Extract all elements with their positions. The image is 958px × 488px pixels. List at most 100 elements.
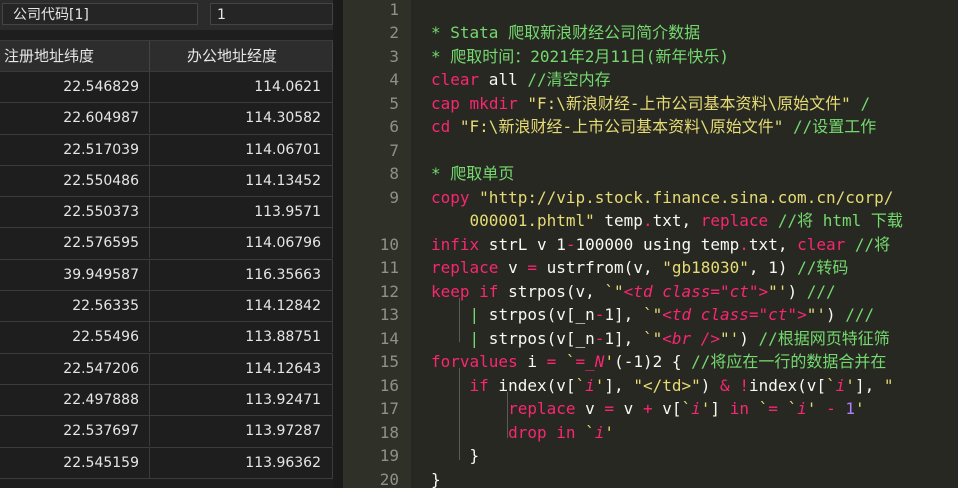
- cell-office-lon[interactable]: 116.35663: [151, 260, 321, 290]
- cell-office-lon[interactable]: 114.12643: [151, 354, 321, 384]
- code-token: i: [594, 422, 605, 442]
- line-number: 9: [389, 187, 399, 207]
- cell-reg-lat[interactable]: 22.547206: [0, 353, 150, 384]
- code-line[interactable]: replace v = v + v[`i'] in `= `i' - 1': [431, 397, 865, 421]
- code-line[interactable]: cd "F:\新浪财经-上市公司基本资料\原始文件" //设置工作: [431, 115, 876, 139]
- code-line[interactable]: keep if strpos(v, `"<td class="ct">"') /…: [431, 280, 836, 304]
- code-token: "F:\新浪财经-上市公司基本资料\原始文件": [527, 93, 851, 113]
- variable-name-box[interactable]: 公司代码[1]: [2, 3, 198, 25]
- table-row[interactable]: 22.56335 114.12842: [0, 291, 333, 323]
- code-line[interactable]: copy "http://vip.stock.finance.sina.com.…: [431, 186, 893, 210]
- code-token: //将 html 下载: [777, 211, 903, 230]
- cell-reg-lat[interactable]: 22.537697: [0, 416, 150, 447]
- code-token: i: [517, 352, 547, 371]
- code-token: infix: [431, 234, 480, 254]
- line-number: 15: [379, 352, 399, 371]
- cell-reg-lat[interactable]: 22.55496: [0, 322, 150, 353]
- line-number-gutter: 1 2 3 4 5 6 7 8 9 10 11 12 13 14 15 16 17 18 19 20: [343, 0, 411, 488]
- code-token: ///: [806, 281, 836, 301]
- cell-office-lon[interactable]: 114.06796: [151, 228, 321, 258]
- table-row[interactable]: 22.604987 114.30582: [0, 103, 333, 135]
- code-token: 1: [845, 399, 855, 418]
- code-token: ],: [604, 375, 634, 395]
- code-token: v: [614, 399, 643, 418]
- cell-office-lon[interactable]: 114.13452: [151, 166, 321, 196]
- code-line[interactable]: clear all //清空内存: [431, 68, 611, 92]
- do-file-editor[interactable]: 1 2 3 4 5 6 7 8 9 10 11 12 13 14 15 16 17 18 19 20 * Stata …: [343, 0, 958, 488]
- cell-reg-lat[interactable]: 22.545159: [0, 447, 150, 478]
- table-row[interactable]: 22.545159 113.96362: [0, 447, 333, 479]
- code-line[interactable]: }: [431, 468, 441, 488]
- code-token: replace: [700, 211, 769, 230]
- table-row[interactable]: 22.546829 114.0621: [0, 72, 333, 104]
- cell-office-lon[interactable]: 114.12842: [151, 291, 321, 321]
- code-line[interactable]: * Stata 爬取新浪财经公司简介数据: [431, 21, 700, 45]
- table-row[interactable]: 22.547206 114.12643: [0, 353, 333, 385]
- cell-reg-lat[interactable]: 22.550486: [0, 165, 150, 196]
- code-line[interactable]: forvalues i = `=_N'(-1)2 { //将应在一行的数据合并在: [431, 350, 886, 374]
- code-line[interactable]: replace v = ustrfrom(v, "gb18030", 1) //…: [431, 256, 848, 280]
- code-token: <br />: [662, 328, 720, 348]
- cell-reg-lat[interactable]: 22.56335: [0, 291, 150, 322]
- code-token: "': [768, 281, 788, 301]
- code-token: _N: [585, 352, 605, 371]
- table-row[interactable]: 22.497888 113.92471: [0, 384, 333, 417]
- table-row[interactable]: 22.550486 114.13452: [0, 165, 333, 198]
- code-token: copy: [431, 187, 470, 207]
- cell-office-lon[interactable]: 113.97287: [151, 416, 321, 446]
- code-line[interactable]: | strpos(v[_n-1], `"<br />"') //根据网页特征筛: [431, 327, 890, 351]
- cell-office-lon[interactable]: 114.0621: [151, 72, 321, 102]
- code-token: mkdir: [469, 93, 518, 113]
- code-token: if: [479, 281, 499, 301]
- code-token: `: [758, 399, 769, 418]
- cell-reg-lat[interactable]: 22.497888: [0, 384, 150, 415]
- cell-office-lon[interactable]: 113.92471: [151, 385, 321, 415]
- line-number: 12: [379, 281, 399, 301]
- code-line[interactable]: * 爬取单页: [431, 162, 514, 186]
- code-token: .: [642, 211, 653, 230]
- cell-reg-lat[interactable]: 22.546829: [0, 72, 150, 102]
- code-line[interactable]: infix strL v 1-100000 using temp.txt, cl…: [431, 233, 890, 257]
- cell-reg-lat[interactable]: 22.576595: [0, 228, 150, 259]
- line-number: 14: [379, 328, 399, 348]
- code-token: drop: [508, 422, 547, 442]
- table-row[interactable]: 39.949587 116.35663: [0, 259, 333, 292]
- table-row[interactable]: 22.576595 114.06796: [0, 228, 333, 260]
- code-token: clear: [431, 70, 480, 89]
- cell-office-lon[interactable]: 114.30582: [151, 103, 321, 133]
- table-row[interactable]: 22.517039 114.06701: [0, 134, 333, 166]
- code-line[interactable]: }: [431, 444, 480, 468]
- variable-value-box[interactable]: 1: [210, 3, 333, 25]
- table-row[interactable]: 22.550373 113.9571: [0, 197, 333, 229]
- cell-office-lon[interactable]: 113.9571: [151, 197, 321, 227]
- line-number: 11: [379, 258, 399, 277]
- line-number: 6: [389, 117, 399, 136]
- code-line[interactable]: cap mkdir "F:\新浪财经-上市公司基本资料\原始文件" /: [431, 92, 870, 116]
- pane-splitter[interactable]: [333, 0, 343, 488]
- indent-guide: [507, 392, 508, 438]
- data-grid: 22.546829 114.0621 22.604987 114.30582 22.51…: [0, 72, 333, 479]
- code-token: 1],: [604, 328, 643, 348]
- cell-reg-lat[interactable]: 22.604987: [0, 103, 150, 134]
- code-line[interactable]: if index(v[`i'], "</td>") & !index(v[`i'…: [431, 374, 894, 398]
- cell-office-lon[interactable]: 113.88751: [151, 322, 321, 352]
- cell-office-lon[interactable]: 113.96362: [151, 448, 321, 478]
- cell-office-lon[interactable]: 114.06701: [151, 135, 321, 165]
- column-header-office-lon[interactable]: 办公地址经度: [151, 41, 333, 71]
- cell-reg-lat[interactable]: 22.517039: [0, 134, 150, 165]
- column-header-reg-lat[interactable]: 注册地址纬度: [0, 41, 150, 71]
- code-token: replace: [508, 399, 576, 418]
- code-line[interactable]: * 爬取时间：2021年2月11日(新年快乐): [431, 45, 729, 69]
- code-line[interactable]: 000001.phtml" temp.txt, replace //将 html…: [431, 209, 903, 233]
- cell-reg-lat[interactable]: 39.949587: [0, 259, 150, 290]
- cell-reg-lat[interactable]: 22.550373: [0, 197, 150, 228]
- code-token: ': [806, 399, 817, 418]
- code-token: "gb18030": [662, 258, 749, 277]
- table-row[interactable]: 22.55496 113.88751: [0, 322, 333, 354]
- table-row[interactable]: 22.537697 113.97287: [0, 416, 333, 448]
- code-line[interactable]: | strpos(v[_n-1], `"<td class="ct">"') /…: [431, 303, 875, 327]
- code-token: ): [700, 375, 721, 395]
